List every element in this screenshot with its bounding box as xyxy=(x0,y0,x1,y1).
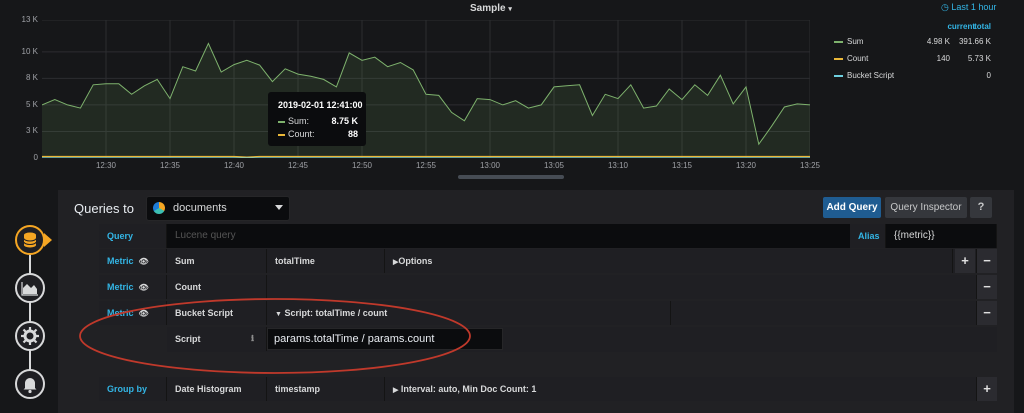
active-tab-arrow-icon xyxy=(44,233,52,247)
legend-item-count[interactable]: Count 140 5.73 K xyxy=(832,54,994,66)
tooltip-swatch-count xyxy=(278,134,285,136)
tooltip-row-count: Count: 88 xyxy=(278,129,358,141)
timeseries-chart[interactable] xyxy=(42,20,810,158)
tooltip-swatch-sum xyxy=(278,121,285,123)
y-tick-label: 13 K xyxy=(21,15,38,24)
database-icon xyxy=(23,232,37,248)
add-query-button[interactable]: Add Query xyxy=(823,197,881,218)
gear-icon xyxy=(21,327,39,345)
alert-tab[interactable] xyxy=(15,369,45,399)
legend-item-sum[interactable]: Sum 4.98 K 391.66 K xyxy=(832,37,994,49)
metric-type-select[interactable]: Count xyxy=(167,275,267,299)
lucene-query-input[interactable]: Lucene query xyxy=(167,224,948,248)
help-button[interactable]: ? xyxy=(970,197,992,218)
time-range-picker[interactable]: ◷ Last 1 hour xyxy=(941,2,996,13)
tooltip-row-sum: Sum: 8.75 K xyxy=(278,116,358,128)
group-by-row: Group by Date Histogram timestamp ▶ Inte… xyxy=(99,377,997,401)
legend-swatch[interactable] xyxy=(834,58,843,60)
query-inspector-button[interactable]: Query Inspector xyxy=(885,197,967,218)
metric-empty-cell xyxy=(671,301,977,325)
remove-metric-button[interactable]: − xyxy=(977,249,997,273)
x-tick-label: 12:40 xyxy=(223,161,245,170)
tooltip-value-count: 88 xyxy=(347,129,358,139)
panel-title[interactable]: Sample ▾ xyxy=(470,3,512,14)
legend-item-bucket-script[interactable]: Bucket Script 0 xyxy=(832,71,994,83)
legend-total: 391.66 K xyxy=(958,37,991,46)
add-metric-button[interactable]: + xyxy=(955,249,975,273)
general-settings-tab[interactable] xyxy=(15,321,45,351)
metric-row-sum: Metric 👁 Sum totalTime ▶Options + − xyxy=(99,249,997,273)
x-tick-label: 13:25 xyxy=(799,161,821,170)
alias-input[interactable]: {{metric}} xyxy=(886,224,997,248)
legend-total: 0 xyxy=(986,71,991,80)
y-tick-label: 8 K xyxy=(25,73,38,83)
metric-type-select[interactable]: Sum xyxy=(167,249,267,273)
legend-total: 5.73 K xyxy=(967,54,991,63)
tooltip-value-sum: 8.75 K xyxy=(331,116,358,126)
queries-to-label: Queries to xyxy=(74,201,134,216)
x-tick-label: 13:15 xyxy=(671,161,693,170)
bell-icon xyxy=(23,378,37,394)
tooltip-label-count: Count: xyxy=(288,129,315,139)
tooltip-label-sum: Sum: xyxy=(288,116,310,126)
area-chart-icon xyxy=(21,282,38,296)
eye-icon[interactable]: 👁 xyxy=(139,250,149,274)
y-tick-label: 3 K xyxy=(25,126,38,136)
visualization-tab[interactable] xyxy=(15,273,45,303)
metric-label[interactable]: Metric 👁 xyxy=(99,249,167,273)
group-by-label: Group by xyxy=(99,377,167,401)
legend-header-total[interactable]: total xyxy=(940,22,991,31)
group-by-type-select[interactable]: Date Histogram xyxy=(167,377,267,401)
y-tick-label: 0 xyxy=(33,153,38,162)
metric-field-select[interactable]: totalTime xyxy=(267,249,385,273)
y-tick-label: 5 K xyxy=(25,99,38,109)
x-tick-label: 13:00 xyxy=(479,161,501,170)
metric-row-count: Metric 👁 Count − xyxy=(99,275,997,299)
x-tick-label: 12:50 xyxy=(351,161,373,170)
metric-label[interactable]: Metric 👁 xyxy=(99,275,167,299)
datasource-name: documents xyxy=(173,202,227,214)
remove-metric-button[interactable]: − xyxy=(977,275,997,299)
query-label: Query xyxy=(99,224,167,248)
legend-swatch[interactable] xyxy=(834,41,843,43)
series-line-count xyxy=(42,155,810,158)
query-row: Query Lucene query Alias {{metric}} xyxy=(99,224,997,248)
caret-right-icon: ▶ xyxy=(393,387,399,394)
caret-down-icon[interactable] xyxy=(275,205,283,210)
legend-swatch[interactable] xyxy=(834,75,843,77)
legend-name[interactable]: Sum xyxy=(847,37,863,46)
metric-empty-cell xyxy=(267,275,977,299)
queries-tab[interactable] xyxy=(15,225,45,255)
y-tick-label: 10 K xyxy=(21,46,38,56)
metric-options-toggle[interactable]: ▶Options xyxy=(385,249,953,273)
x-tick-label: 13:10 xyxy=(607,161,629,170)
x-tick-label: 12:30 xyxy=(95,161,117,170)
group-by-field-select[interactable]: timestamp xyxy=(267,377,385,401)
chevron-down-icon[interactable]: ▾ xyxy=(508,6,512,13)
clock-icon: ◷ xyxy=(941,2,949,12)
x-tick-label: 12:45 xyxy=(287,161,309,170)
group-by-options-toggle[interactable]: ▶ Interval: auto, Min Doc Count: 1 xyxy=(385,377,977,401)
add-group-by-button[interactable]: + xyxy=(977,377,997,401)
tooltip-title: 2019-02-01 12:41:00 xyxy=(278,100,363,110)
x-tick-label: 13:20 xyxy=(735,161,757,170)
x-tick-label: 12:55 xyxy=(415,161,437,170)
alias-label: Alias xyxy=(850,224,886,248)
graph-panel: Sample ▾ ◷ Last 1 hour 13 K 10 K 8 K 5 K 3 K… xyxy=(0,0,1024,182)
x-tick-label: 12:35 xyxy=(159,161,181,170)
legend-name[interactable]: Bucket Script xyxy=(847,71,894,80)
legend-header: current total xyxy=(832,22,994,34)
graph-tooltip: 2019-02-01 12:41:00 Sum: 8.75 K Count: 8… xyxy=(268,92,366,146)
remove-metric-button[interactable]: − xyxy=(977,301,997,325)
panel-resize-handle[interactable] xyxy=(458,175,564,179)
highlight-ellipse xyxy=(79,298,471,374)
legend-name[interactable]: Count xyxy=(847,54,868,63)
datasource-icon xyxy=(153,202,165,214)
x-tick-label: 13:05 xyxy=(543,161,565,170)
